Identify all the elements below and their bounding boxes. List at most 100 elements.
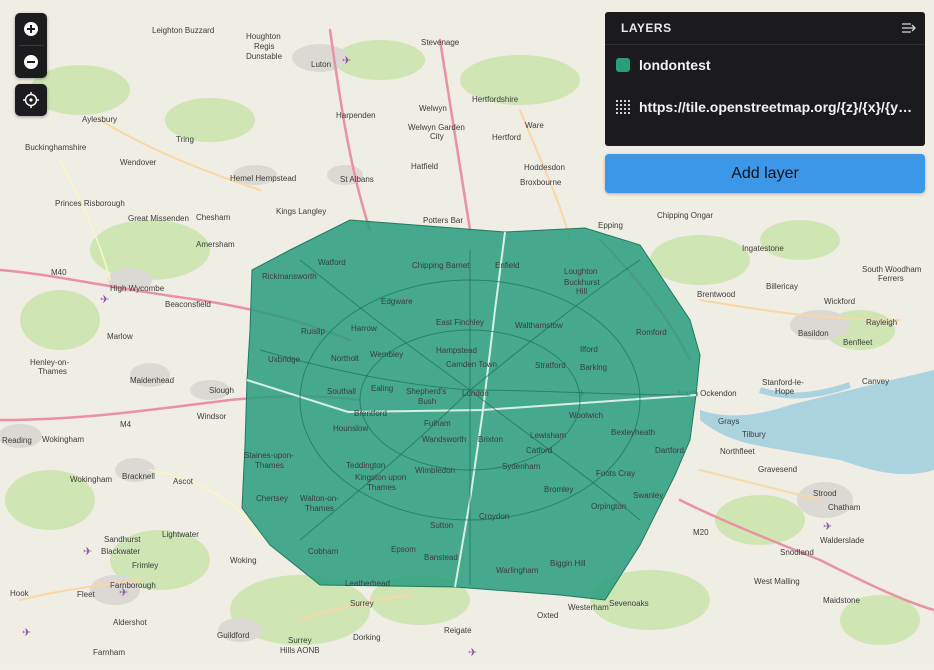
place-label: Bexleyheath (611, 428, 655, 437)
zoom-in-button[interactable] (15, 13, 47, 45)
londontest-overlay[interactable]: Watford Chipping Barnet Enfield Loughton Buc… (241, 219, 701, 601)
place-label: Luton (311, 60, 331, 69)
place-label: Wokingham (70, 475, 112, 484)
place-label: West Malling (754, 577, 800, 586)
place-label: Romford (636, 328, 667, 337)
place-label: Welwyn Garden (408, 123, 465, 132)
layer-item-londontest[interactable]: londontest (605, 45, 925, 85)
place-label: Reigate (444, 626, 472, 635)
place-label: Guildford (217, 631, 249, 640)
place-label: Reading (2, 436, 32, 445)
place-label: Basildon (798, 329, 829, 338)
place-label: Biggin Hill (550, 559, 586, 568)
place-label: Stanford-le- (762, 378, 804, 387)
place-label: Epsom (391, 545, 416, 554)
place-label: High Wycombe (110, 284, 165, 293)
place-label: East Finchley (436, 318, 484, 327)
grid-icon (616, 100, 630, 114)
place-label: Tilbury (742, 430, 766, 439)
place-label: Northfleet (720, 447, 755, 456)
place-label: Wickford (824, 297, 855, 306)
place-label: Catford (526, 446, 552, 455)
place-label: Hounslow (333, 424, 368, 433)
place-label: Ealing (371, 384, 393, 393)
place-label: Rickmansworth (262, 272, 317, 281)
place-label: Aldershot (113, 618, 148, 627)
place-label: Chatham (828, 503, 861, 512)
place-label: Cobham (308, 547, 339, 556)
layer-item-osm-tiles[interactable]: https://tile.openstreetmap.org/{z}/{x}/{… (605, 87, 925, 127)
place-label: Ferrers (878, 274, 904, 283)
minus-icon (24, 55, 38, 69)
place-label: Ascot (173, 477, 194, 486)
place-label: Oxted (537, 611, 558, 620)
place-label: Banstead (424, 553, 458, 562)
zoom-out-button[interactable] (15, 46, 47, 78)
place-label: M40 (51, 268, 67, 277)
place-label: Regis (254, 42, 274, 51)
place-label: Loughton (564, 267, 597, 276)
place-label: Bracknell (122, 472, 155, 481)
place-label: Northolt (331, 354, 360, 363)
place-label: Staines-upon- (244, 451, 294, 460)
place-label: Farnborough (110, 581, 156, 590)
crosshair-icon (23, 92, 39, 108)
place-label: Sandhurst (104, 535, 141, 544)
place-label: Thames (367, 483, 396, 492)
place-label: Hill (576, 287, 587, 296)
place-label: Walton-on- (300, 494, 339, 503)
place-label: Harpenden (336, 111, 376, 120)
place-label: Edgware (381, 297, 413, 306)
place-label: Walthamstow (515, 321, 563, 330)
place-label: Ruislip (301, 327, 326, 336)
place-label: Westerham (568, 603, 609, 612)
locate-button[interactable] (15, 84, 47, 116)
layer-label: https://tile.openstreetmap.org/{z}/{x}/{… (639, 99, 914, 115)
place-label: Kings Langley (276, 207, 326, 216)
place-label: Ilford (580, 345, 598, 354)
layer-label: londontest (639, 57, 711, 73)
place-label: Epping (598, 221, 623, 230)
place-label: Princes Risborough (55, 199, 125, 208)
place-label: Strood (813, 489, 837, 498)
place-label: Hemel Hempstead (230, 174, 296, 183)
place-label: Walderslade (820, 536, 865, 545)
add-layer-button[interactable]: Add layer (605, 154, 925, 193)
collapse-panel-button[interactable] (901, 22, 917, 34)
place-label: Houghton (246, 32, 281, 41)
svg-text:✈: ✈ (22, 627, 31, 639)
place-label: Billericay (766, 282, 798, 291)
place-label: Buckhurst (564, 278, 600, 287)
place-label: Southall (327, 387, 356, 396)
place-label: Wembley (370, 350, 403, 359)
place-label: Kingston upon (355, 473, 406, 482)
place-label: City (430, 132, 444, 141)
place-label: Wandsworth (422, 435, 466, 444)
place-label: Thames (305, 504, 334, 513)
place-label: Henley-on- (30, 358, 69, 367)
layers-panel-header: LAYERS (605, 12, 925, 45)
place-label: Fleet (77, 590, 96, 599)
place-label: Canvey (862, 377, 889, 386)
place-label: Hills AONB (280, 646, 320, 655)
place-label: Hook (10, 589, 30, 598)
place-label: Lightwater (162, 530, 199, 539)
place-label: Broxbourne (520, 178, 562, 187)
place-label: Marlow (107, 332, 133, 341)
place-label: Chipping Barnet (412, 261, 470, 270)
place-label: Camden Town (446, 360, 497, 369)
place-label: Watford (318, 258, 346, 267)
place-label: South Woodham (862, 265, 922, 274)
place-label: Maidenhead (130, 376, 174, 385)
place-label: Uxbridge (268, 355, 301, 364)
svg-text:✈: ✈ (342, 55, 351, 67)
place-label: Chipping Ongar (657, 211, 713, 220)
place-label: Brixton (478, 435, 503, 444)
place-label: Slough (209, 386, 234, 395)
place-label: Great Missenden (128, 214, 189, 223)
layers-panel: LAYERS londontest https://tile.openstree… (605, 12, 925, 146)
place-label: Farnham (93, 648, 125, 657)
place-label: Amersham (196, 240, 235, 249)
place-label: Surrey (288, 636, 312, 645)
place-label: Croydon (479, 512, 509, 521)
